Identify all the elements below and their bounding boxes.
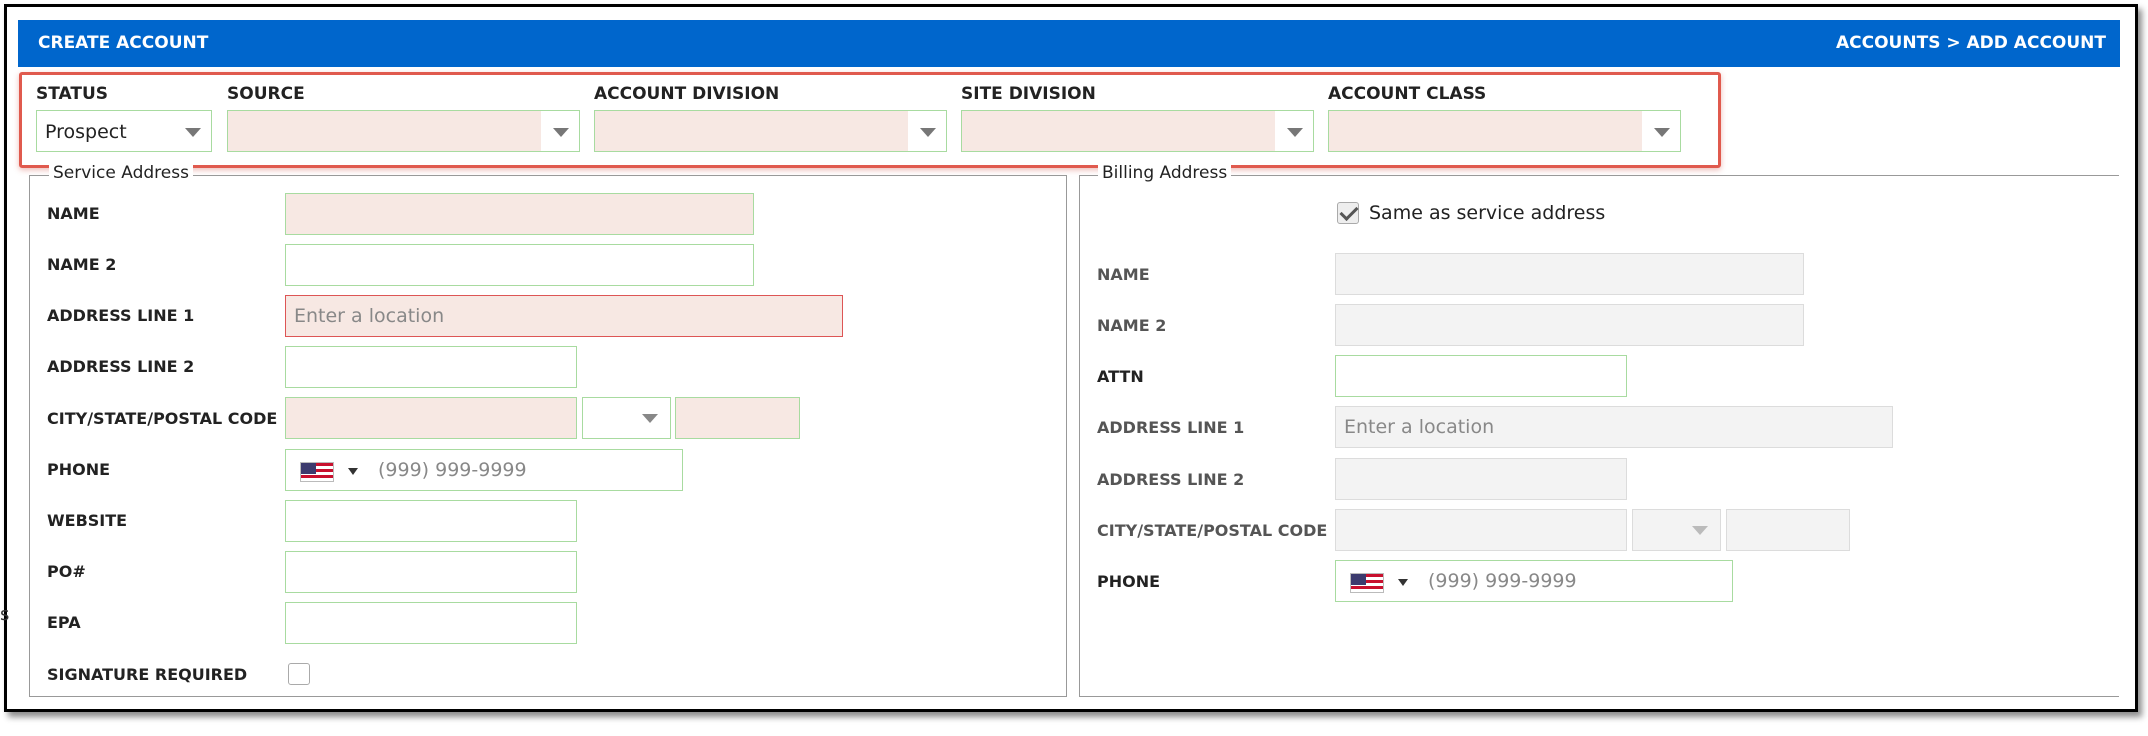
billing-city-input[interactable]	[1335, 509, 1627, 551]
billing-address1-placeholder: Enter a location	[1344, 416, 1495, 438]
service-state-select[interactable]	[582, 397, 671, 439]
service-epa-input[interactable]	[285, 602, 577, 644]
billing-name2-label: NAME 2	[1097, 316, 1167, 335]
service-name2-input[interactable]	[285, 244, 754, 286]
chevron-down-icon	[1692, 526, 1708, 535]
chevron-down-icon	[920, 128, 936, 137]
billing-postal-input[interactable]	[1726, 509, 1850, 551]
signature-required-checkbox[interactable]	[288, 663, 310, 685]
account-class-select[interactable]	[1328, 110, 1681, 152]
same-as-service-label: Same as service address	[1369, 202, 1606, 224]
caret-down-icon[interactable]	[348, 468, 358, 475]
service-address2-label: ADDRESS LINE 2	[47, 357, 195, 376]
billing-city-state-zip-label: CITY/STATE/POSTAL CODE	[1097, 521, 1328, 540]
breadcrumb[interactable]: ACCOUNTS > ADD ACCOUNT	[1836, 33, 2106, 53]
chevron-down-icon	[1654, 128, 1670, 137]
billing-name-label: NAME	[1097, 265, 1150, 284]
service-website-label: WEBSITE	[47, 511, 128, 530]
account-division-select[interactable]	[594, 110, 947, 152]
billing-attn-label: ATTN	[1097, 367, 1144, 386]
service-address1-label: ADDRESS LINE 1	[47, 306, 195, 325]
service-postal-input[interactable]	[675, 397, 800, 439]
billing-phone-input[interactable]: (999) 999-9999	[1335, 560, 1733, 602]
chevron-down-icon	[553, 128, 569, 137]
same-as-service-checkbox[interactable]	[1337, 202, 1359, 224]
service-po-input[interactable]	[285, 551, 577, 593]
page-header: CREATE ACCOUNT ACCOUNTS > ADD ACCOUNT	[18, 20, 2120, 67]
source-label: SOURCE	[227, 84, 305, 104]
status-select[interactable]: Prospect	[36, 110, 212, 152]
service-name-input[interactable]	[285, 193, 754, 235]
billing-address2-label: ADDRESS LINE 2	[1097, 470, 1245, 489]
service-address1-input[interactable]: Enter a location	[285, 295, 843, 337]
billing-address-legend: Billing Address	[1098, 163, 1232, 183]
account-division-label: ACCOUNT DIVISION	[594, 84, 780, 104]
account-class-label: ACCOUNT CLASS	[1328, 84, 1487, 104]
service-address1-placeholder: Enter a location	[294, 305, 445, 327]
billing-phone-placeholder: (999) 999-9999	[1428, 570, 1577, 592]
service-phone-placeholder: (999) 999-9999	[378, 459, 527, 481]
billing-name2-input[interactable]	[1335, 304, 1804, 346]
service-name2-label: NAME 2	[47, 255, 117, 274]
us-flag-icon[interactable]	[300, 462, 334, 482]
chevron-down-icon	[642, 414, 658, 423]
billing-state-select[interactable]	[1632, 509, 1721, 551]
service-address2-input[interactable]	[285, 346, 577, 388]
billing-address1-input[interactable]: Enter a location	[1335, 406, 1893, 448]
signature-required-label: SIGNATURE REQUIRED	[47, 665, 248, 684]
service-po-label: PO#	[47, 562, 86, 581]
billing-address1-label: ADDRESS LINE 1	[1097, 418, 1245, 437]
caret-down-icon[interactable]	[1398, 579, 1408, 586]
site-division-select[interactable]	[961, 110, 1314, 152]
service-city-state-zip-label: CITY/STATE/POSTAL CODE	[47, 409, 278, 428]
us-flag-icon[interactable]	[1350, 573, 1384, 593]
status-label: STATUS	[36, 84, 109, 104]
service-name-label: NAME	[47, 204, 100, 223]
service-website-input[interactable]	[285, 500, 577, 542]
page-title: CREATE ACCOUNT	[38, 33, 209, 53]
billing-name-input[interactable]	[1335, 253, 1804, 295]
chevron-down-icon	[1287, 128, 1303, 137]
service-city-input[interactable]	[285, 397, 577, 439]
service-epa-label: EPA	[47, 613, 81, 632]
service-phone-input[interactable]: (999) 999-9999	[285, 449, 683, 491]
site-division-label: SITE DIVISION	[961, 84, 1096, 104]
chevron-down-icon	[185, 128, 201, 137]
billing-attn-input[interactable]	[1335, 355, 1627, 397]
service-phone-label: PHONE	[47, 460, 111, 479]
service-address-legend: Service Address	[49, 163, 193, 183]
edge-text: s	[0, 604, 10, 625]
status-value: Prospect	[45, 121, 127, 143]
billing-phone-label: PHONE	[1097, 572, 1161, 591]
billing-address2-input[interactable]	[1335, 458, 1627, 500]
source-select[interactable]	[227, 110, 580, 152]
